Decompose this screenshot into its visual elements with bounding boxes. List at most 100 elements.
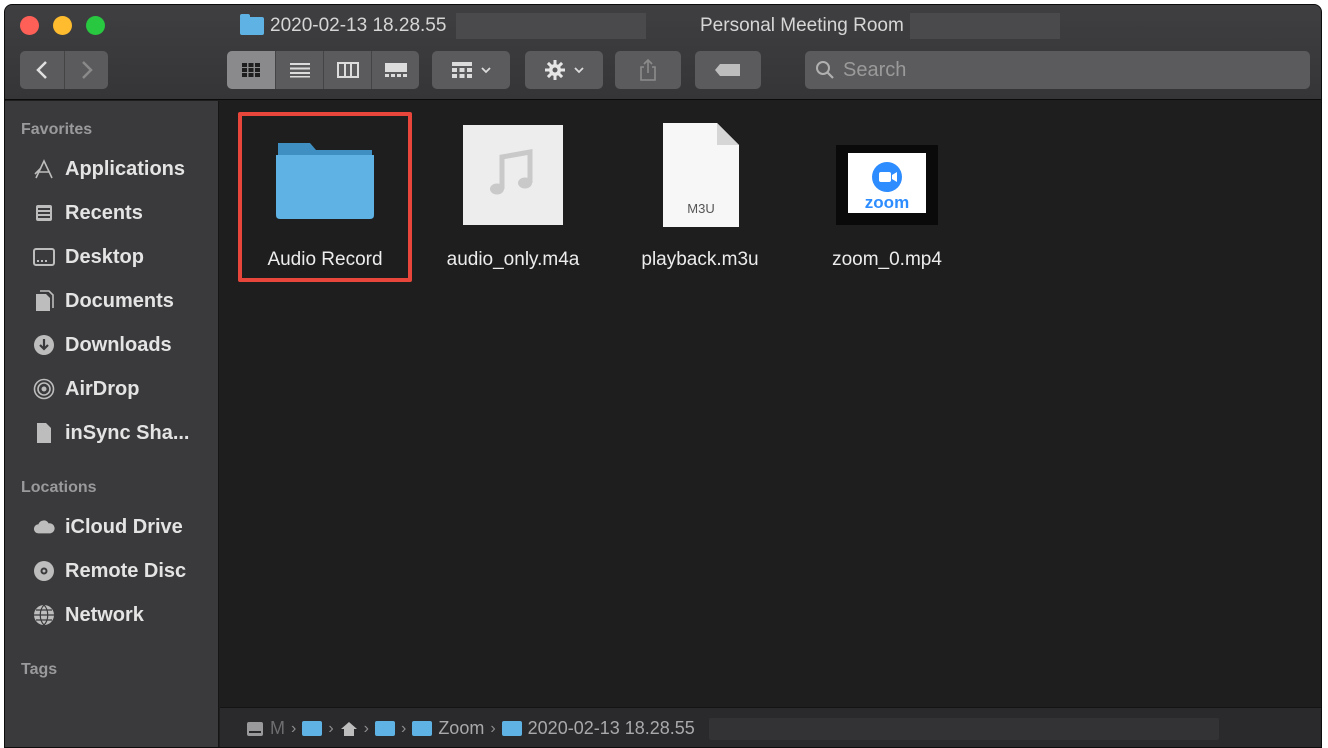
recents-icon: [33, 202, 55, 224]
sidebar-item-remote-disc[interactable]: Remote Disc: [33, 553, 217, 589]
video-file-icon: zoom: [832, 119, 942, 231]
list-view-button[interactable]: [275, 51, 323, 89]
sidebar-item-airdrop[interactable]: AirDrop: [33, 371, 217, 407]
documents-icon: [33, 290, 55, 312]
sidebar-item-insync[interactable]: inSync Sha...: [33, 415, 217, 451]
icon-view-button[interactable]: [227, 51, 275, 89]
gear-icon: [545, 60, 565, 80]
path-bar: M › › › › Zoom › 2020-02-13 18.28.55: [220, 707, 1321, 747]
sidebar-item-label: Recents: [65, 201, 143, 224]
sidebar-item-label: iCloud Drive: [65, 515, 183, 538]
close-window-button[interactable]: [20, 16, 39, 35]
path-crumb-label: 2020-02-13 18.28.55: [527, 718, 695, 738]
gallery-view-button[interactable]: [371, 51, 419, 89]
sidebar-item-label: Applications: [65, 157, 186, 180]
file-name: audio_only.m4a: [446, 249, 580, 270]
redacted-area: [456, 13, 647, 39]
sidebar: Favorites Applications Recents Desktop D…: [5, 101, 219, 747]
sidebar-item-label: Remote Disc: [65, 559, 187, 582]
sidebar-item-documents[interactable]: Documents: [33, 283, 217, 319]
path-crumb-drive[interactable]: M: [246, 718, 285, 739]
downloads-icon: [33, 334, 55, 356]
group-by-button[interactable]: [432, 51, 510, 89]
share-button[interactable]: [615, 51, 681, 89]
path-crumb-folder[interactable]: [374, 721, 395, 736]
chevron-down-icon: [574, 67, 584, 74]
grid-icon: [242, 63, 260, 77]
sidebar-item-desktop[interactable]: Desktop: [33, 239, 217, 275]
m3u-file-icon: M3U: [645, 119, 755, 231]
forward-button[interactable]: [64, 51, 108, 89]
tag-icon: [715, 64, 740, 76]
sidebar-heading-tags: Tags: [21, 661, 58, 678]
share-icon: [640, 59, 656, 81]
window-title-text: 2020-02-13 18.28.55: [270, 15, 447, 36]
back-button[interactable]: [20, 51, 64, 89]
folder-icon: [302, 721, 323, 736]
action-menu-button[interactable]: [525, 51, 603, 89]
file-name: zoom_0.mp4: [832, 249, 942, 270]
applications-icon: [33, 158, 55, 180]
sidebar-item-applications[interactable]: Applications: [33, 151, 217, 187]
toolbar: 2020-02-13 18.28.55 Personal Meeting Roo…: [5, 5, 1321, 100]
search-input[interactable]: [843, 58, 1283, 82]
window-title-suffix: Personal Meeting Room: [700, 13, 1060, 39]
sidebar-item-label: Documents: [65, 289, 174, 312]
minimize-window-button[interactable]: [53, 16, 72, 35]
path-crumb-label: M: [270, 718, 285, 738]
redacted-area: [708, 717, 1219, 740]
sidebar-item-recents[interactable]: Recents: [33, 195, 217, 231]
folder-icon: [412, 721, 433, 736]
sidebar-item-icloud-drive[interactable]: iCloud Drive: [33, 509, 217, 545]
hard-drive-icon: [247, 721, 263, 736]
home-icon: [340, 721, 357, 736]
sidebar-item-downloads[interactable]: Downloads: [33, 327, 217, 363]
network-icon: [33, 604, 55, 626]
chevron-down-icon: [481, 67, 491, 74]
path-crumb-current[interactable]: 2020-02-13 18.28.55: [501, 718, 695, 739]
disc-icon: [33, 560, 55, 582]
path-crumb-zoom[interactable]: Zoom: [412, 718, 484, 739]
zoom-window-button[interactable]: [86, 16, 105, 35]
sidebar-item-label: inSync Sha...: [65, 421, 190, 444]
group-icon: [452, 62, 472, 78]
path-crumb-folder[interactable]: [302, 721, 323, 736]
chevron-right-icon: ›: [400, 719, 407, 737]
folder-icon: [501, 721, 522, 736]
window-title: 2020-02-13 18.28.55: [240, 13, 647, 39]
sidebar-heading-favorites: Favorites: [21, 121, 93, 138]
sidebar-item-label: Downloads: [65, 333, 172, 356]
view-mode-control: [227, 51, 419, 89]
desktop-icon: [33, 246, 55, 268]
chevron-right-icon: ›: [291, 719, 297, 737]
search-icon: [816, 61, 834, 79]
zoom-logo-text: zoom: [864, 193, 910, 212]
list-icon: [289, 63, 310, 78]
path-crumb-home[interactable]: [340, 721, 358, 737]
columns-icon: [336, 62, 359, 78]
sidebar-item-network[interactable]: Network: [33, 597, 217, 633]
audio-file-icon: [458, 119, 568, 231]
file-browser: Audio Record audio_only.m4a M3U playback…: [220, 101, 1321, 707]
document-icon: [33, 422, 55, 444]
search-field[interactable]: [805, 51, 1310, 89]
column-view-button[interactable]: [323, 51, 371, 89]
gallery-icon: [384, 63, 407, 77]
sidebar-item-label: AirDrop: [65, 377, 140, 400]
cloud-icon: [33, 516, 55, 538]
chevron-right-icon: ›: [328, 719, 334, 737]
folder-icon: [374, 721, 395, 736]
airdrop-icon: [33, 378, 55, 400]
folder-icon: [240, 14, 264, 35]
file-item-playback[interactable]: M3U playback.m3u: [610, 115, 790, 283]
file-item-zoom-video[interactable]: zoom zoom_0.mp4: [797, 115, 977, 283]
chevron-right-icon: ›: [363, 719, 369, 737]
file-name: playback.m3u: [641, 249, 759, 270]
chevron-right-icon: [81, 61, 93, 79]
sidebar-heading-locations: Locations: [21, 479, 97, 496]
tags-button[interactable]: [695, 51, 761, 89]
file-badge: M3U: [687, 201, 715, 216]
selection-highlight: [238, 112, 412, 282]
file-item-audio-only[interactable]: audio_only.m4a: [423, 115, 603, 283]
sidebar-item-label: Desktop: [65, 245, 144, 268]
